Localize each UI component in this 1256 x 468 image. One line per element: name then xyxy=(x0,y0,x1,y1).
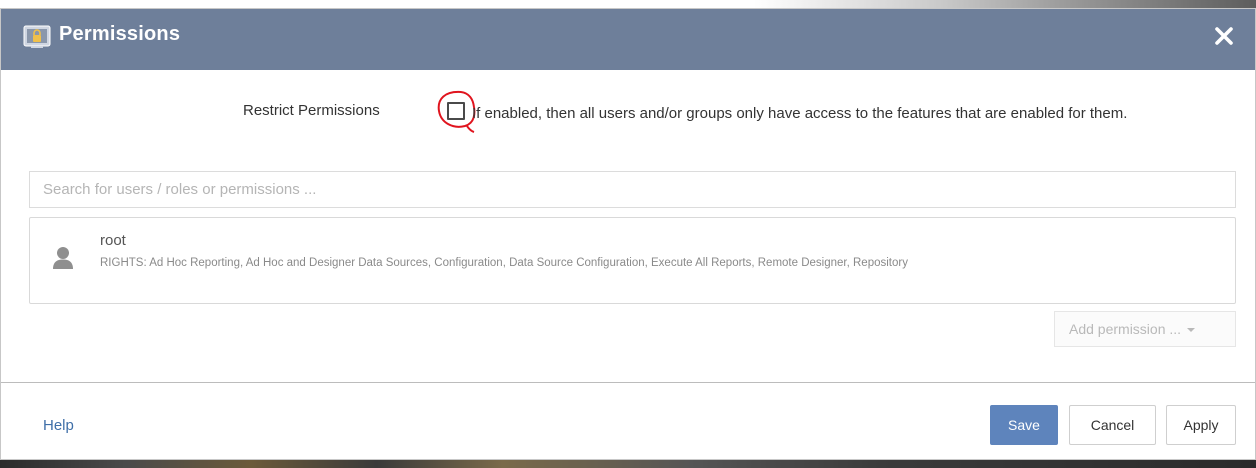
user-icon xyxy=(53,247,73,269)
dialog-titlebar: Permissions xyxy=(1,9,1255,70)
add-permission-label: Add permission ... xyxy=(1069,321,1182,337)
restrict-permissions-description: If enabled, then all users and/or groups… xyxy=(472,105,1128,122)
permission-item-root[interactable]: root RIGHTS: Ad Hoc Reporting, Ad Hoc an… xyxy=(29,217,1236,304)
permission-rights: RIGHTS: Ad Hoc Reporting, Ad Hoc and Des… xyxy=(100,257,908,269)
permissions-dialog: Permissions Restrict Permissions If enab… xyxy=(0,8,1256,460)
restrict-permissions-label: Restrict Permissions xyxy=(243,102,380,119)
background-strip-bottom xyxy=(0,460,1256,468)
permission-name: root xyxy=(100,232,126,249)
search-input[interactable] xyxy=(29,171,1236,208)
cancel-button[interactable]: Cancel xyxy=(1069,405,1156,445)
help-link[interactable]: Help xyxy=(43,417,74,434)
chevron-down-icon xyxy=(1187,328,1196,333)
close-icon[interactable] xyxy=(1211,23,1237,49)
restrict-permissions-checkbox[interactable] xyxy=(447,102,465,120)
save-button[interactable]: Save xyxy=(990,405,1058,445)
dialog-title: Permissions xyxy=(59,23,181,45)
footer-divider xyxy=(1,382,1255,383)
lock-icon xyxy=(23,25,51,48)
apply-button[interactable]: Apply xyxy=(1166,405,1236,445)
add-permission-dropdown[interactable]: Add permission ... xyxy=(1054,311,1236,347)
background-strip-top xyxy=(0,0,1256,8)
